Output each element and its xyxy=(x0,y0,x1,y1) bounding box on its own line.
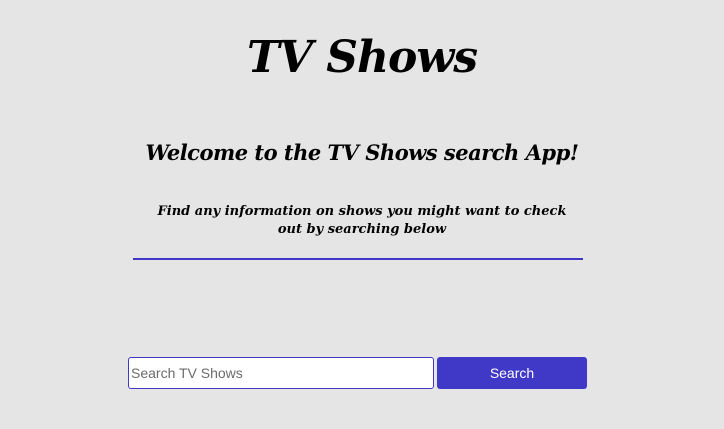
welcome-heading: Welcome to the TV Shows search App! xyxy=(145,140,579,165)
page-title: TV Shows xyxy=(247,32,478,83)
intro-text: Find any information on shows you might … xyxy=(157,204,567,237)
divider xyxy=(133,258,583,260)
search-form: Search xyxy=(128,357,587,389)
search-button[interactable]: Search xyxy=(437,357,587,389)
search-input[interactable] xyxy=(128,357,434,389)
